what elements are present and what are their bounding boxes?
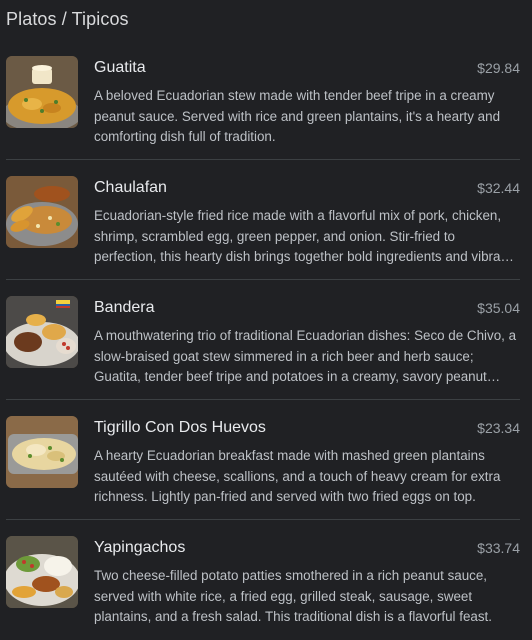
menu-item-name: Yapingachos <box>94 539 186 556</box>
menu-item-price: $35.04 <box>477 300 520 316</box>
menu-item-description: A mouthwatering trio of traditional Ecua… <box>94 328 517 384</box>
menu-item-tigrillo[interactable]: Tigrillo Con Dos Huevos $23.34 A hearty … <box>6 400 520 520</box>
menu-item-name: Bandera <box>94 299 155 316</box>
section-title: Platos / Tipicos <box>6 9 129 29</box>
guatita-dish-photo <box>6 56 78 128</box>
menu-item-description: A hearty Ecuadorian breakfast made with … <box>94 448 501 504</box>
menu-item-description: Ecuadorian-style fried rice made with a … <box>94 208 512 264</box>
menu-item-price: $33.74 <box>477 540 520 556</box>
bandera-dish-photo <box>6 296 78 368</box>
menu-item-guatita[interactable]: Guatita $29.84 A beloved Ecuadorian stew… <box>6 40 520 160</box>
chaulafan-dish-photo <box>6 176 78 248</box>
yapingachos-dish-photo <box>6 536 78 608</box>
menu-item-bandera[interactable]: Bandera $35.04 A mouthwatering trio of t… <box>6 280 520 400</box>
menu-item-yapingachos[interactable]: Yapingachos $33.74 Two cheese-filled pot… <box>6 520 520 640</box>
menu-item-description: Two cheese-filled potato patties smother… <box>94 568 492 624</box>
menu-item-name: Guatita <box>94 59 146 76</box>
menu-item-name: Tigrillo Con Dos Huevos <box>94 419 266 436</box>
menu-item-description: A beloved Ecuadorian stew made with tend… <box>94 88 501 144</box>
menu-item-price: $23.34 <box>477 420 520 436</box>
menu-item-chaulafan[interactable]: Chaulafan $32.44 Ecuadorian-style fried … <box>6 160 520 280</box>
menu-item-list: Guatita $29.84 A beloved Ecuadorian stew… <box>0 40 532 640</box>
menu-item-price: $32.44 <box>477 180 520 196</box>
tigrillo-dish-photo <box>6 416 78 488</box>
menu-item-price: $29.84 <box>477 60 520 76</box>
menu-item-name: Chaulafan <box>94 179 167 196</box>
